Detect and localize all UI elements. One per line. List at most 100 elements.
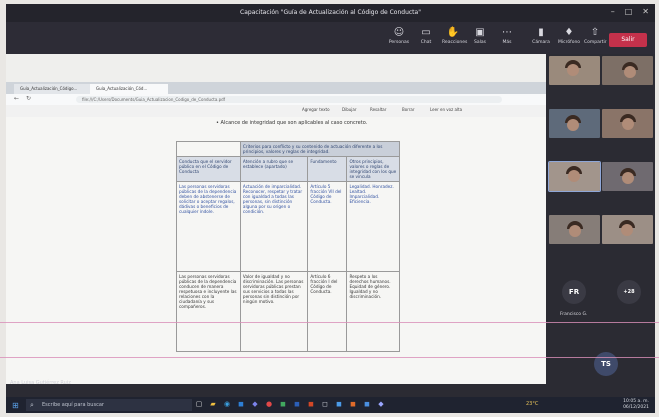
windows-start-icon[interactable]: ⊞ (12, 401, 19, 410)
more-icon: ⋯ (502, 27, 512, 38)
share-button[interactable]: ⇧ Compartir (584, 26, 607, 50)
reactions-icon: ✋ (446, 27, 460, 38)
tool-label: Más (502, 40, 512, 45)
col4-title: Otros principios, valores o reglas de in… (346, 156, 400, 182)
people-icon: ☺ (393, 27, 405, 38)
app-icon[interactable]: ◼ (362, 399, 372, 410)
participant-video[interactable] (602, 109, 653, 138)
maximize-icon[interactable]: □ (625, 7, 633, 16)
tool-label: Reacciones (442, 40, 468, 45)
file-explorer-icon[interactable]: ▰ (208, 399, 218, 410)
participant-video[interactable] (549, 109, 600, 138)
table-cell: Artículo 6 fracción I del Código de Cond… (307, 271, 348, 352)
tool-label: Salas (474, 40, 486, 45)
conduct-table: Criterios para conflicto y su contenido … (176, 141, 401, 352)
edge-icon[interactable]: ◉ (222, 399, 232, 410)
scan-artifact-line (0, 357, 659, 358)
participant-video[interactable] (549, 56, 600, 85)
table-cell: Las personas servidoras públicas de la d… (176, 271, 241, 352)
search-icon: ⌕ (30, 401, 34, 409)
weather-widget[interactable]: 23°C (526, 401, 538, 407)
powerpoint-icon[interactable]: ◼ (306, 399, 316, 410)
meeting-toolbar: ☺ Personas ▭ Chat ✋ Reacciones ▣ Salas ⋯ Más … (6, 22, 655, 54)
tool-label: Chat (420, 40, 432, 45)
table-header: Criterios para conflicto y su contenido … (239, 141, 401, 157)
browser-tab[interactable]: Guía_Actualización_Código... (14, 84, 92, 94)
participant-video[interactable] (602, 162, 653, 191)
people-button[interactable]: ☺ Personas (388, 26, 410, 50)
app-icon[interactable]: ◆ (376, 399, 386, 410)
participant-gallery: FR +28 Francisco G. TS (546, 54, 655, 408)
table-cell: Valor de igualdad y no discriminación. L… (239, 271, 309, 352)
leave-button[interactable]: Salir (609, 33, 647, 47)
col2-title: Atención a rubro que se establece (apart… (239, 156, 309, 182)
url-field[interactable]: file:///C:/Users/Documents/Guia_Actualiz… (76, 96, 502, 103)
excel-icon[interactable]: ◼ (278, 399, 288, 410)
pdf-draw-button[interactable]: Dibujar (342, 107, 356, 112)
app-icon[interactable]: ◼ (348, 399, 358, 410)
browser-tab-strip: Guía_Actualización_Código... Guía_Actual… (6, 82, 546, 94)
camera-icon: ▮ (538, 27, 544, 38)
more-participants-count[interactable]: +28 (617, 280, 641, 304)
system-clock[interactable]: 10:05 a. m. 06/12/2021 (623, 399, 649, 411)
pdf-page: • Alcance de integridad que son aplicabl… (6, 117, 546, 384)
mic-icon: ♦ (564, 27, 574, 38)
pdf-add-text-button[interactable]: Agregar texto (302, 107, 330, 112)
doc-intro: • Alcance de integridad que son aplicabl… (216, 120, 368, 126)
more-button[interactable]: ⋯ Más (496, 26, 518, 50)
col3-title: Fundamento (307, 156, 348, 182)
col1-title: Conducta que el servidor público en el C… (176, 156, 241, 182)
pdf-erase-button[interactable]: Borrar (402, 107, 415, 112)
title-bar: Capacitación "Guía de Actualización al C… (6, 4, 655, 22)
windows-taskbar: ⊞ ⌕ Escribe aquí para buscar ▢ ▰ ◉ ◼ ◆ ●… (6, 397, 655, 413)
taskbar-search[interactable]: ⌕ Escribe aquí para buscar (26, 399, 192, 411)
pdf-read-aloud-button[interactable]: Leer en voz alta (430, 107, 462, 112)
table-cell: Actuación de imparcialidad. Reconocer, r… (239, 181, 309, 272)
participant-video[interactable] (602, 215, 653, 244)
app-icon[interactable]: ● (264, 399, 274, 410)
teams-icon[interactable]: ◆ (250, 399, 260, 410)
task-view-icon[interactable]: ▢ (194, 399, 204, 410)
clock-date: 06/12/2021 (623, 405, 649, 410)
app-icon[interactable]: ◼ (334, 399, 344, 410)
taskbar-apps: ▢ ▰ ◉ ◼ ◆ ● ◼ ◼ ◼ ◻ ◼ ◼ ◼ ◆ (194, 399, 386, 410)
outlook-icon[interactable]: ◼ (236, 399, 246, 410)
close-icon[interactable]: ✕ (642, 7, 649, 16)
participant-video-speaking[interactable] (548, 161, 601, 192)
camera-button[interactable]: ▮ Cámara (530, 26, 552, 50)
self-avatar[interactable]: TS (594, 352, 618, 376)
participant-name: Francisco G. (560, 312, 588, 317)
scan-artifact-line (0, 322, 659, 323)
table-cell: Las personas servidoras públicas de la d… (176, 181, 241, 272)
meeting-title: Capacitación "Guía de Actualización al C… (240, 9, 421, 16)
tool-label: Micrófono (558, 40, 581, 45)
table-empty-cell (176, 141, 241, 157)
app-icon[interactable]: ◻ (320, 399, 330, 410)
tool-label: Cámara (532, 40, 550, 45)
chat-button[interactable]: ▭ Chat (415, 26, 437, 50)
pdf-highlight-button[interactable]: Resaltar (370, 107, 386, 112)
participant-video[interactable] (549, 215, 600, 244)
participant-avatar[interactable]: FR (562, 280, 586, 304)
tool-label: Personas (388, 40, 410, 45)
minimize-icon[interactable]: – (611, 7, 615, 16)
mic-button[interactable]: ♦ Micrófono (558, 26, 580, 50)
rooms-button[interactable]: ▣ Salas (469, 26, 491, 50)
chat-icon: ▭ (421, 27, 431, 38)
table-cell: Artículo 5 fracción VII del Código de Co… (307, 181, 348, 272)
share-icon: ⇧ (590, 27, 600, 38)
rooms-icon: ▣ (475, 27, 485, 38)
browser-tab-active[interactable]: Guía_Actualización_Cód... (90, 84, 168, 94)
refresh-icon[interactable]: ↻ (26, 95, 31, 102)
table-cell: Legalidad. Honradez. Lealtad. Imparciali… (346, 181, 400, 272)
search-placeholder: Escribe aquí para buscar (42, 402, 104, 408)
participant-video[interactable] (602, 56, 653, 85)
presenter-name: Ana Luisa Gutiérrez Ruiz (10, 380, 71, 386)
word-icon[interactable]: ◼ (292, 399, 302, 410)
window-controls: – □ ✕ (611, 7, 649, 16)
back-icon[interactable]: ← (14, 95, 19, 102)
table-cell: Respeto a los derechos humanos. Equidad … (346, 271, 400, 352)
tool-label: Compartir (584, 40, 607, 45)
reactions-button[interactable]: ✋ Reacciones (442, 26, 468, 50)
teams-meeting-window: Capacitación "Guía de Actualización al C… (6, 4, 655, 408)
